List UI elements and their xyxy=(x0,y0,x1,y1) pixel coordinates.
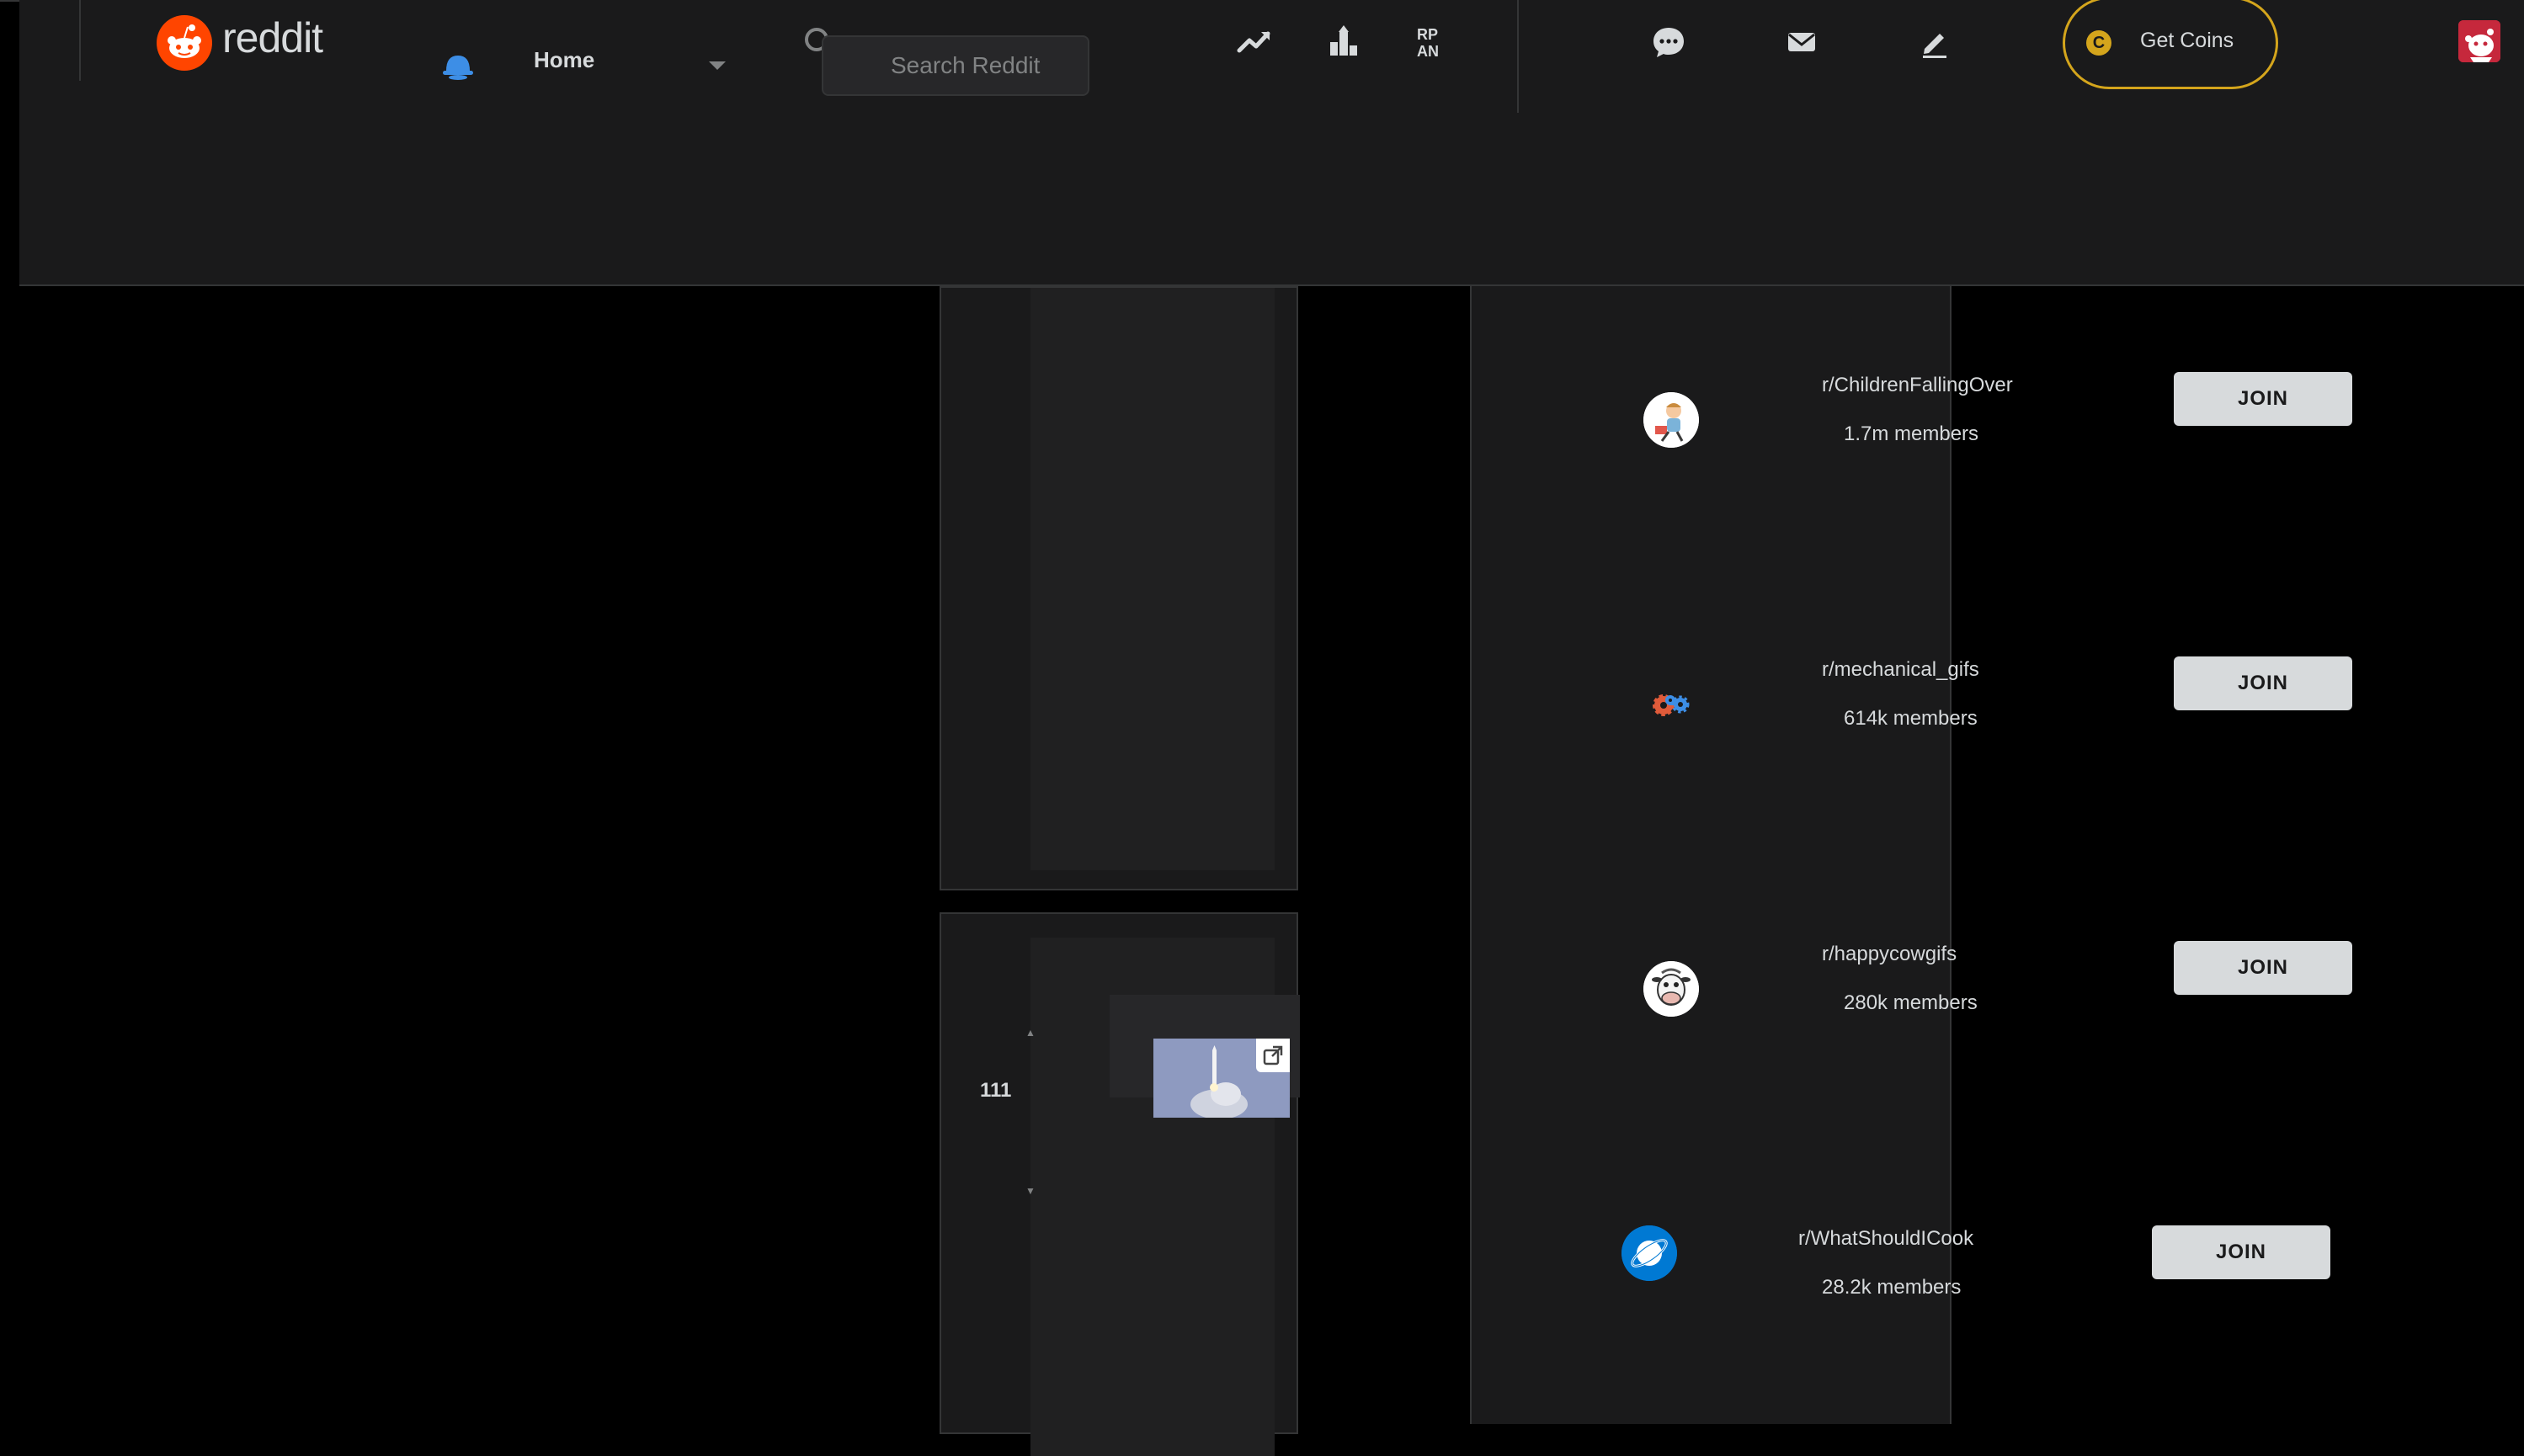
create-post-icon[interactable] xyxy=(1916,24,1953,61)
chevron-down-icon[interactable] xyxy=(707,59,727,72)
external-link-icon[interactable] xyxy=(1256,1039,1290,1072)
rpan-icon[interactable]: RP AN xyxy=(1414,24,1451,61)
home-dropdown-label[interactable]: Home xyxy=(534,47,594,73)
planet-icon[interactable] xyxy=(1621,1225,1677,1281)
mail-icon[interactable] xyxy=(1783,24,1820,61)
svg-text:RP: RP xyxy=(1417,26,1438,43)
join-button[interactable]: JOIN xyxy=(2174,372,2352,426)
community-name[interactable]: r/mechanical_gifs xyxy=(1822,658,1979,682)
post-card[interactable] xyxy=(940,286,1298,890)
get-coins-label[interactable]: Get Coins xyxy=(2140,29,2234,53)
reddit-logo-icon[interactable] xyxy=(157,15,212,71)
vote-count: 111 xyxy=(980,1079,1012,1102)
home-icon[interactable] xyxy=(439,45,477,82)
downvote-icon[interactable]: ▼ xyxy=(1025,1185,1036,1197)
community-name[interactable]: r/happycowgifs xyxy=(1822,943,1957,966)
search-input[interactable] xyxy=(822,35,1089,96)
header-divider-left xyxy=(79,0,81,81)
join-button[interactable]: JOIN xyxy=(2174,941,2352,995)
community-name[interactable]: r/ChildrenFallingOver xyxy=(1822,374,2013,397)
post-content-area xyxy=(1030,288,1275,870)
header-divider-right xyxy=(1517,0,1519,113)
community-members: 1.7m members xyxy=(1844,422,1979,445)
join-button[interactable]: JOIN xyxy=(2152,1225,2330,1279)
trending-icon[interactable] xyxy=(1236,24,1273,61)
children-cartoon-icon[interactable] xyxy=(1643,392,1699,448)
gears-icon[interactable] xyxy=(1643,677,1699,732)
cow-cartoon-icon[interactable] xyxy=(1643,961,1699,1017)
reddit-wordmark[interactable]: reddit xyxy=(222,13,323,62)
community-members: 614k members xyxy=(1844,707,1978,730)
community-name[interactable]: r/WhatShouldICook xyxy=(1798,1227,1973,1251)
leaderboard-icon[interactable] xyxy=(1325,24,1362,61)
community-members: 280k members xyxy=(1844,991,1978,1014)
coin-icon: C xyxy=(2086,30,2111,56)
join-button[interactable]: JOIN xyxy=(2174,656,2352,710)
upvote-icon[interactable]: ▲ xyxy=(1025,1027,1036,1039)
community-members: 28.2k members xyxy=(1822,1276,1962,1299)
community-recommendations-panel xyxy=(1470,286,1952,1424)
user-avatar[interactable] xyxy=(2458,20,2500,62)
snoo-avatar-icon xyxy=(2458,20,2500,62)
chat-icon[interactable] xyxy=(1650,24,1687,61)
svg-text:AN: AN xyxy=(1417,43,1439,60)
post-card[interactable]: ▲ 111 ▼ xyxy=(940,912,1300,1456)
